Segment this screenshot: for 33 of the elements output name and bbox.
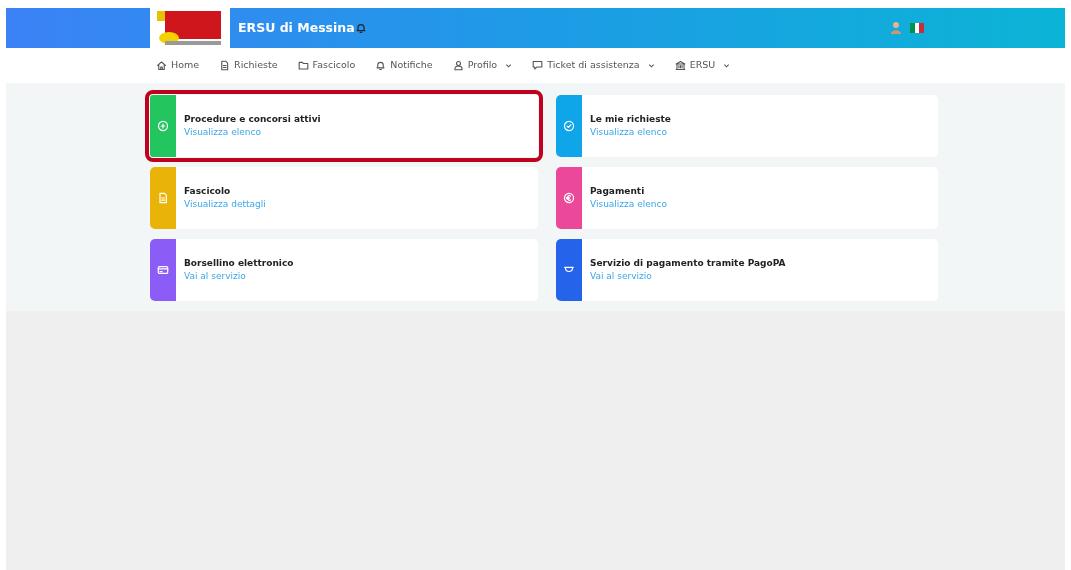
speech-bubble-icon — [532, 60, 544, 71]
italian-flag-icon[interactable] — [910, 23, 924, 33]
nav-link[interactable]: Fascicolo — [297, 58, 356, 73]
nav-link[interactable]: Profilo — [452, 58, 513, 73]
card-title: Servizio di pagamento tramite PagoPA — [590, 256, 786, 270]
document-icon — [219, 60, 231, 71]
nav-link[interactable]: Home — [156, 58, 200, 73]
service-card[interactable]: Servizio di pagamento tramite PagoPA Vai al servizio — [556, 239, 938, 301]
bank-icon — [674, 60, 686, 71]
check-circle-icon — [563, 120, 575, 132]
card-title: Fascicolo — [184, 184, 232, 198]
plus-circle-icon — [157, 120, 169, 132]
service-card[interactable]: Fascicolo Visualizza dettagli — [150, 167, 538, 229]
nav-link[interactable]: Ticket di assistenza — [532, 58, 655, 73]
euro-icon — [563, 192, 575, 204]
document-icon — [157, 192, 169, 204]
card-title: Pagamenti — [590, 184, 646, 198]
nav-link[interactable]: ERSU — [674, 58, 731, 73]
credit-card-icon — [157, 264, 169, 276]
user-icon — [452, 60, 464, 71]
notification-bell-icon[interactable] — [354, 22, 367, 34]
site-title: ERSU di Messina — [238, 18, 355, 37]
card-title: Le mie richieste — [590, 112, 671, 126]
card-title: Procedure e concorsi attivi — [184, 112, 321, 126]
home-icon — [156, 60, 167, 71]
service-card[interactable]: Pagamenti Visualizza elenco — [556, 167, 938, 229]
service-card[interactable]: Le mie richieste Visualizza elenco — [556, 95, 938, 157]
bell-icon — [375, 60, 387, 71]
nav-link[interactable]: Richieste — [219, 58, 278, 73]
card-title: Borsellino elettronico — [184, 256, 294, 270]
folder-icon — [297, 60, 309, 71]
service-card[interactable]: Borsellino elettronico Vai al servizio — [150, 239, 538, 301]
nav-link[interactable]: Notifiche — [375, 58, 433, 73]
